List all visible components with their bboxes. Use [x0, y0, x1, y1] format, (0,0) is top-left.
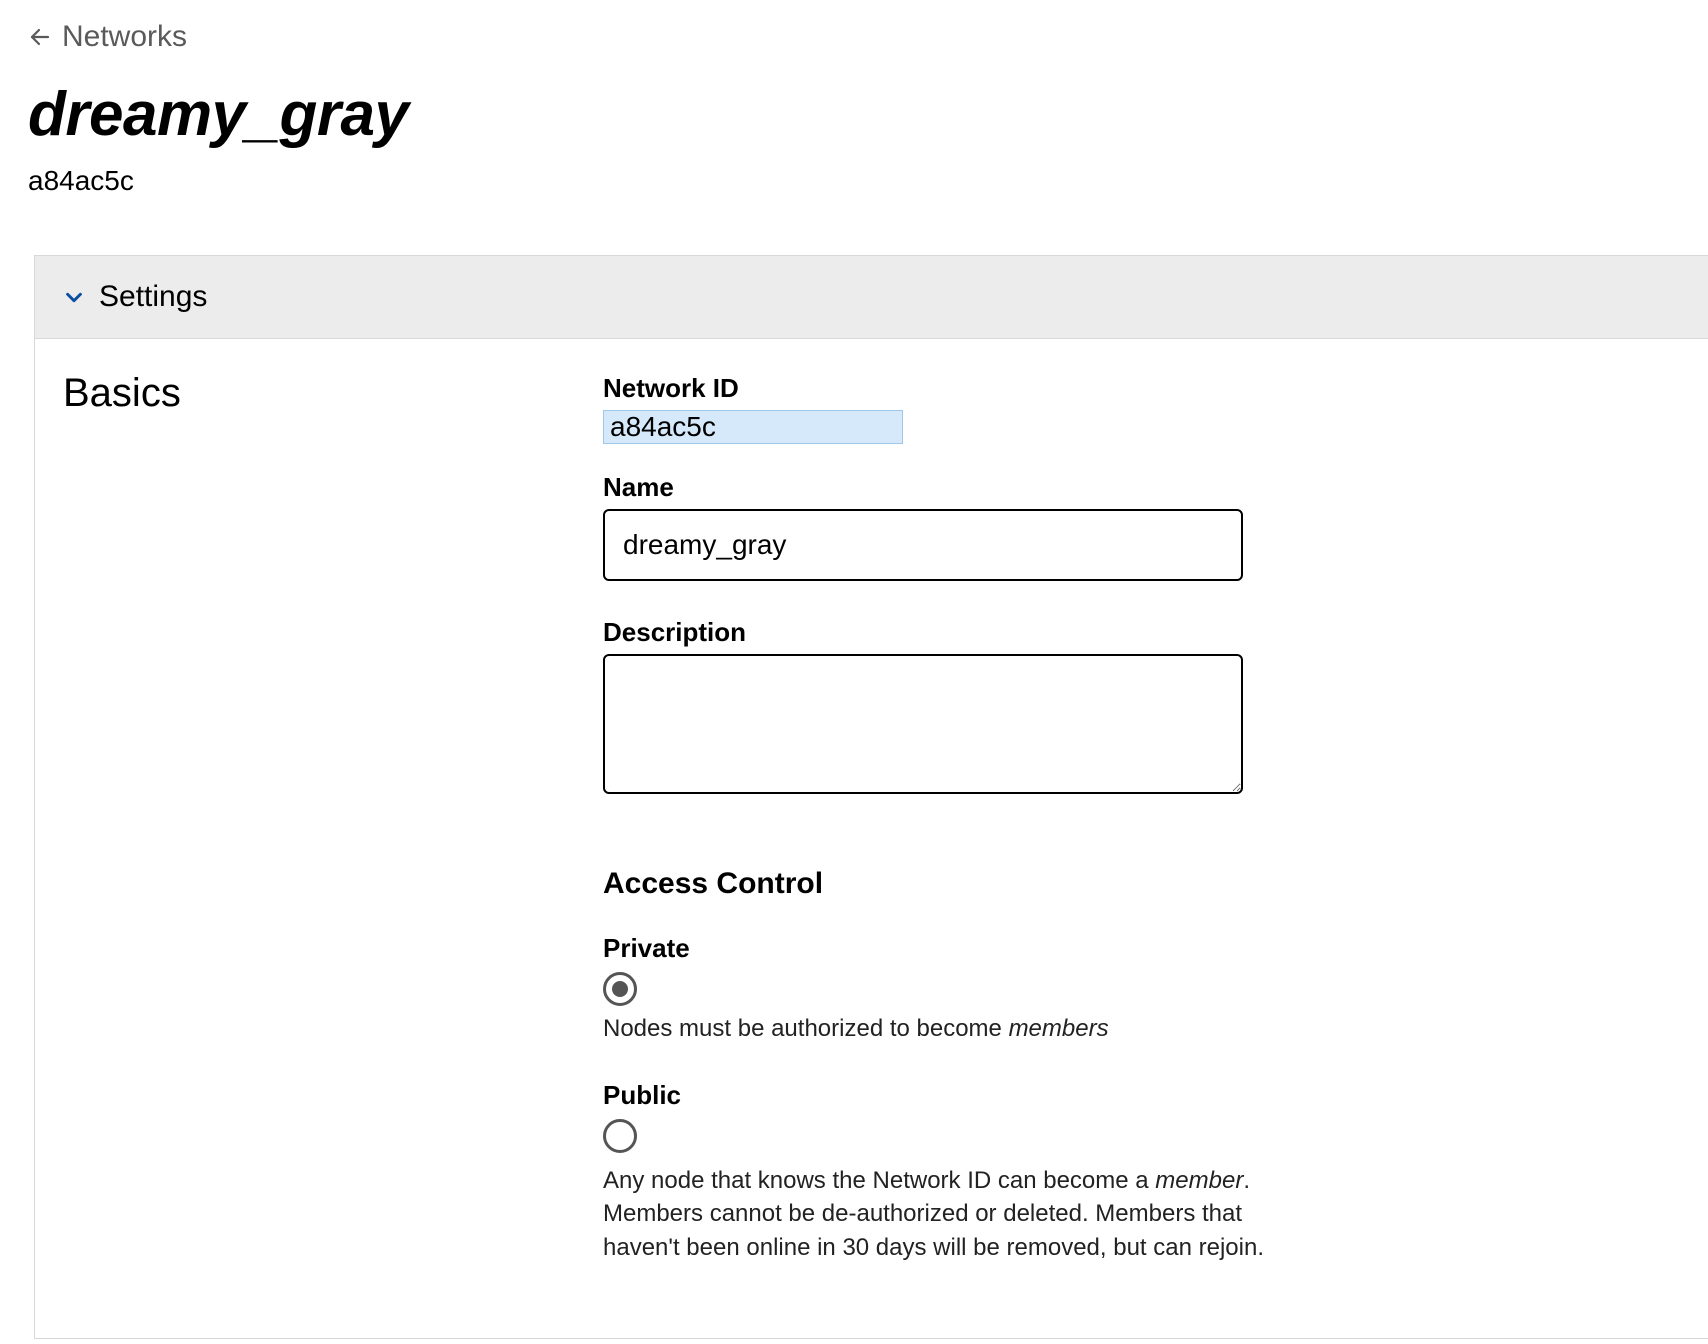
network-id-subtitle: a84ac5c	[28, 165, 134, 197]
chevron-down-icon	[63, 286, 85, 308]
private-radio-label: Private	[603, 933, 1680, 964]
private-radio[interactable]	[603, 972, 637, 1006]
private-help-text: Nodes must be authorized to become membe…	[603, 1012, 1303, 1046]
back-to-networks-link[interactable]: Networks	[28, 20, 187, 54]
access-control-heading: Access Control	[603, 867, 1680, 901]
arrow-left-icon	[28, 25, 52, 49]
name-label: Name	[603, 472, 1680, 503]
public-help-text: Any node that knows the Network ID can b…	[603, 1164, 1303, 1265]
page-title: dreamy_gray	[28, 82, 1708, 147]
network-id-value[interactable]: a84ac5c	[603, 410, 903, 444]
description-label: Description	[603, 617, 1680, 648]
radio-selected-icon	[612, 981, 628, 997]
basics-heading: Basics	[63, 371, 543, 416]
network-id-label: Network ID	[603, 373, 1680, 404]
back-link-label: Networks	[62, 20, 187, 54]
settings-panel-header[interactable]: Settings	[35, 256, 1708, 339]
public-radio-label: Public	[603, 1080, 1680, 1111]
description-input[interactable]	[603, 654, 1243, 794]
public-radio[interactable]	[603, 1119, 637, 1153]
settings-panel-title: Settings	[99, 280, 207, 314]
settings-panel-body: Basics Network ID a84ac5c Name Descripti…	[35, 339, 1708, 1338]
name-input[interactable]	[603, 509, 1243, 581]
settings-panel: Settings Basics Network ID a84ac5c Name …	[34, 255, 1708, 1339]
